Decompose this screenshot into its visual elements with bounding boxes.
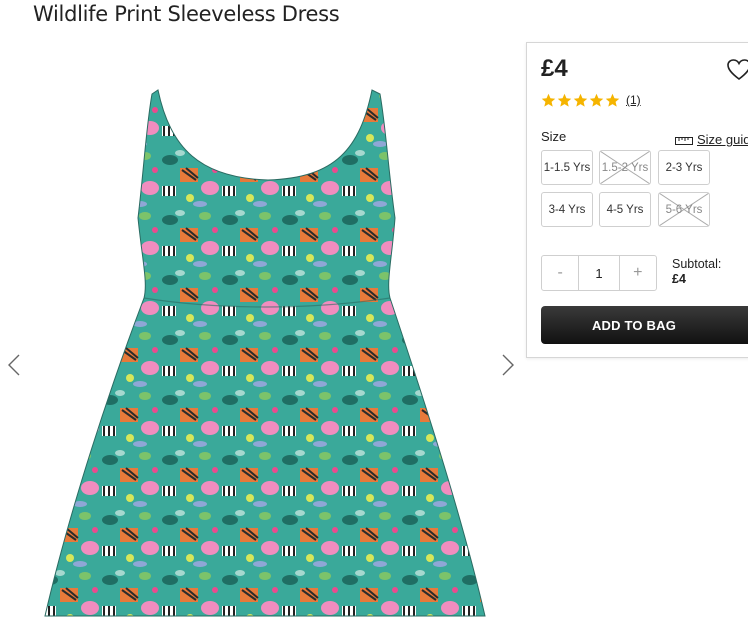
size-option-unavailable[interactable]: 1.5-2 Yrs — [599, 150, 651, 185]
size-option[interactable]: 1-1.5 Yrs — [541, 150, 593, 185]
product-price: £4 — [541, 55, 568, 82]
chevron-right-icon — [502, 354, 514, 376]
size-option-label: 4-5 Yrs — [606, 203, 644, 216]
size-option[interactable]: 4-5 Yrs — [599, 192, 651, 227]
wishlist-button[interactable] — [727, 59, 748, 81]
size-guide-link[interactable]: Size guide — [675, 132, 748, 147]
product-image[interactable] — [40, 88, 490, 618]
gallery-next-button[interactable] — [498, 350, 518, 380]
star-icon — [589, 93, 604, 107]
quantity-decrease-button[interactable]: - — [542, 256, 578, 290]
subtotal: Subtotal: £4 — [672, 257, 721, 287]
heart-icon — [727, 59, 748, 81]
size-option-label: 2-3 Yrs — [665, 161, 703, 174]
product-gallery — [0, 40, 524, 622]
product-title: Wildlife Print Sleeveless Dress — [33, 2, 340, 26]
chevron-left-icon — [8, 354, 20, 376]
quantity-input[interactable]: 1 — [578, 256, 620, 290]
star-icon — [541, 93, 556, 107]
size-option[interactable]: 3-4 Yrs — [541, 192, 593, 227]
size-option-label: 3-4 Yrs — [548, 203, 586, 216]
size-guide-label: Size guide — [697, 132, 748, 147]
subtotal-value: £4 — [672, 272, 686, 286]
ruler-icon — [675, 136, 693, 145]
size-option-unavailable[interactable]: 5-6 Yrs — [658, 192, 710, 227]
rating-stars — [541, 93, 620, 108]
add-to-bag-button[interactable]: ADD TO BAG — [541, 306, 748, 344]
size-label: Size — [541, 129, 567, 144]
size-option-label: 5-6 Yrs — [665, 203, 703, 216]
review-count-link[interactable]: (1) — [626, 93, 641, 107]
quantity-increase-button[interactable]: + — [620, 256, 656, 290]
star-icon — [573, 93, 588, 107]
star-icon — [605, 93, 620, 107]
buy-box: £4 (1) Size Size guide 1-1.5 Yrs — [526, 42, 748, 358]
size-option-label: 1-1.5 Yrs — [543, 161, 591, 174]
gallery-prev-button[interactable] — [4, 350, 24, 380]
quantity-stepper: - 1 + — [541, 255, 657, 291]
size-option-label: 1.5-2 Yrs — [601, 161, 649, 174]
star-icon — [557, 93, 572, 107]
size-option[interactable]: 2-3 Yrs — [658, 150, 710, 185]
subtotal-label: Subtotal: — [672, 257, 722, 271]
